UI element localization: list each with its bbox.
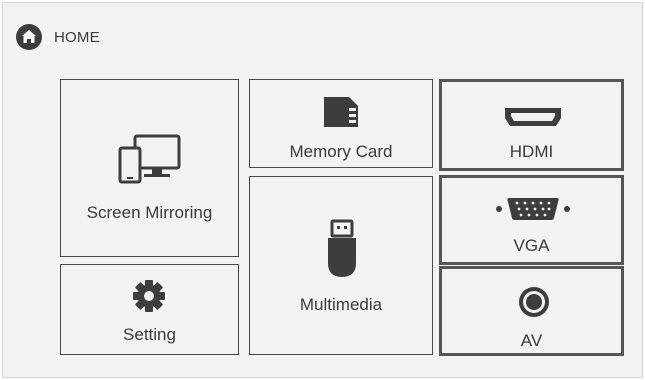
sd-card-icon — [324, 97, 358, 127]
setting-tile[interactable]: Setting — [60, 264, 239, 355]
setting-label: Setting — [123, 325, 176, 344]
vga-label: VGA — [513, 236, 550, 255]
usb-drive-icon — [328, 219, 356, 277]
hdmi-label: HDMI — [509, 142, 554, 161]
page-title: HOME — [54, 28, 100, 46]
vga-port-icon — [496, 198, 570, 220]
screen-mirroring-tile[interactable]: Screen Mirroring — [60, 79, 239, 257]
memory-card-label: Memory Card — [289, 142, 393, 161]
home-screen: HOME Screen Mirroring Setting Memory Car… — [2, 2, 643, 378]
gear-icon — [133, 280, 165, 312]
av-label: AV — [520, 331, 543, 350]
hdmi-tile[interactable]: HDMI — [439, 79, 624, 171]
header: HOME — [16, 23, 100, 51]
multimedia-tile[interactable]: Multimedia — [249, 176, 433, 355]
memory-card-tile[interactable]: Memory Card — [249, 79, 433, 168]
multimedia-label: Multimedia — [299, 295, 383, 314]
screen-mirroring-label: Screen Mirroring — [86, 203, 213, 222]
home-icon[interactable] — [16, 24, 42, 50]
vga-tile[interactable]: VGA — [439, 175, 624, 265]
av-tile[interactable]: AV — [439, 266, 624, 356]
screen-mirroring-icon — [118, 134, 181, 184]
hdmi-port-icon — [505, 108, 561, 126]
av-port-icon — [519, 287, 549, 317]
